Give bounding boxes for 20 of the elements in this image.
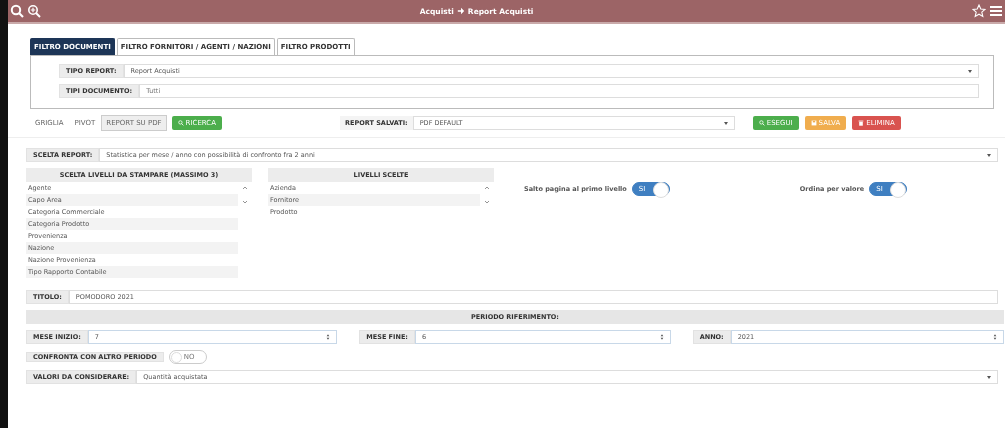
- floppy-disk-icon: [810, 120, 817, 126]
- caret-icon: [968, 69, 972, 73]
- move-down-icon[interactable]: [242, 199, 248, 205]
- zoom-in-icon[interactable]: [27, 4, 41, 18]
- caret-icon: [723, 121, 728, 125]
- trash-icon: [858, 120, 865, 126]
- arrow-right-icon: [456, 7, 465, 15]
- star-icon[interactable]: [972, 4, 986, 18]
- spinner-icon[interactable]: [326, 333, 331, 341]
- spinner-icon[interactable]: [993, 333, 997, 341]
- search-icon: [758, 120, 765, 126]
- search-icon: [177, 120, 184, 126]
- menu-icon[interactable]: [989, 4, 1003, 18]
- spinner-icon[interactable]: [659, 333, 664, 341]
- caret-icon: [987, 375, 991, 379]
- move-up-icon[interactable]: [242, 185, 248, 191]
- move-up-icon[interactable]: [484, 185, 490, 191]
- move-down-icon[interactable]: [484, 199, 490, 205]
- caret-icon: [987, 153, 991, 157]
- search-icon[interactable]: [10, 4, 24, 18]
